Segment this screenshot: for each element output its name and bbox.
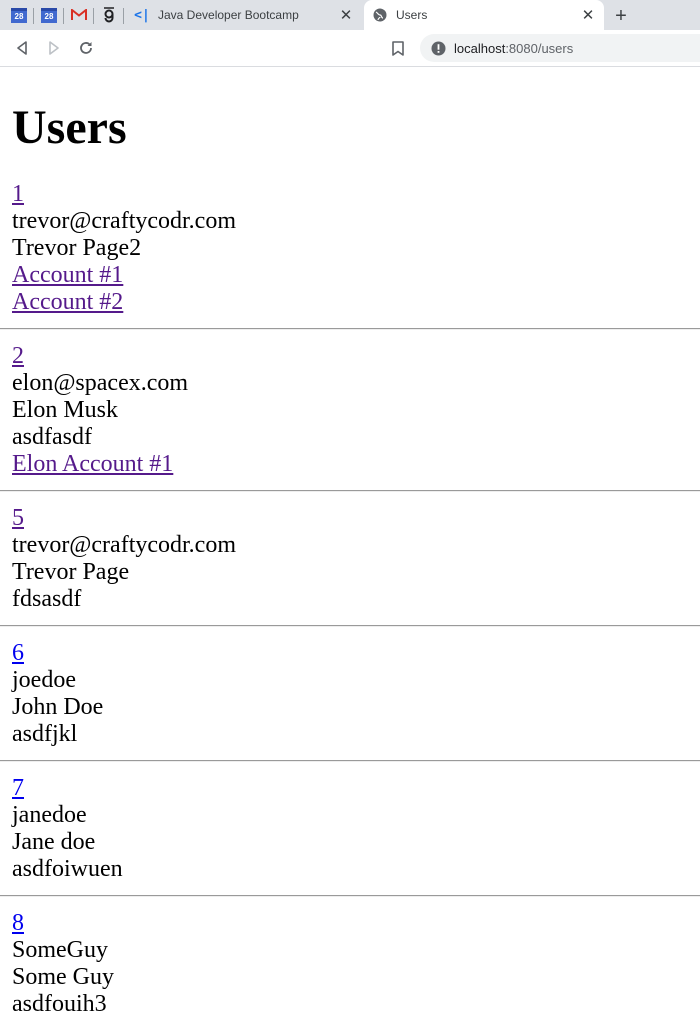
account-link[interactable]: Elon Account #1	[12, 451, 688, 478]
user-name: Jane doe	[12, 829, 96, 855]
user-name: John Doe	[12, 694, 104, 720]
account-link[interactable]: Account #2	[12, 289, 688, 316]
user-id-link[interactable]: 1	[12, 181, 688, 208]
user-username: joedoe	[12, 667, 76, 693]
tab-separator	[33, 8, 34, 24]
new-tab-icon[interactable]: +	[610, 5, 632, 27]
user-username: janedoe	[12, 802, 87, 828]
user-id-link[interactable]: 7	[12, 775, 688, 802]
tab-users[interactable]: Users ✕	[364, 0, 604, 30]
reload-icon[interactable]	[74, 36, 98, 60]
site-info-icon[interactable]	[430, 40, 446, 56]
user-entry: 7 janedoe Jane doe asdfoiwuen	[0, 775, 700, 897]
user-entry: 6 joedoe John Doe asdfjkl	[0, 640, 700, 762]
back-icon[interactable]	[10, 36, 34, 60]
user-id-link[interactable]: 8	[12, 910, 688, 937]
divider	[0, 625, 700, 627]
divider	[0, 895, 700, 897]
user-id-link[interactable]: 5	[12, 505, 688, 532]
url-path: :8080/users	[505, 40, 574, 56]
user-id-link[interactable]: 6	[12, 640, 688, 667]
tab-title: Users	[396, 8, 428, 22]
code-bracket-icon: <|	[134, 7, 150, 23]
browser-toolbar: localhost:8080/users	[0, 30, 700, 67]
user-password: fdsasdf	[12, 586, 82, 612]
page-content: Users 1 trevor@craftycodr.com Trevor Pag…	[0, 103, 700, 1018]
pinned-tab-g[interactable]	[96, 0, 122, 30]
user-password: asdfasdf	[12, 424, 92, 450]
tab-separator	[63, 8, 64, 24]
tab-title: Java Developer Bootcamp	[158, 8, 299, 22]
page-title: Users	[12, 101, 127, 154]
forward-icon[interactable]	[42, 36, 66, 60]
user-entry: 5 trevor@craftycodr.com Trevor Page fdsa…	[0, 505, 700, 627]
tab-strip: 28 28 <| Java Developer Bootcamp ✕ Users…	[0, 0, 700, 30]
user-name: Some Guy	[12, 964, 114, 990]
pinned-tab-calendar[interactable]: 28	[36, 0, 62, 30]
bookmark-icon[interactable]	[388, 36, 408, 60]
tab-separator	[123, 8, 124, 24]
user-username: SomeGuy	[12, 937, 108, 963]
g-icon	[102, 7, 116, 23]
address-bar[interactable]: localhost:8080/users	[420, 34, 700, 62]
pinned-tab-gmail[interactable]	[66, 0, 92, 30]
divider	[0, 328, 700, 330]
user-entry: 2 elon@spacex.com Elon Musk asdfasdf Elo…	[0, 343, 700, 492]
user-name: Trevor Page	[12, 559, 130, 585]
close-icon[interactable]: ✕	[338, 7, 354, 23]
tab-java-bootcamp[interactable]: <| Java Developer Bootcamp ✕	[126, 0, 362, 30]
gmail-icon	[71, 9, 87, 21]
url-host: localhost	[454, 40, 506, 56]
pinned-tab-calendar[interactable]: 28	[6, 0, 32, 30]
user-username: elon@spacex.com	[12, 370, 189, 396]
user-name: Trevor Page2	[12, 235, 142, 261]
user-entry: 8 SomeGuy Some Guy asdfouih3	[12, 910, 688, 1018]
account-link[interactable]: Account #1	[12, 262, 688, 289]
close-icon[interactable]: ✕	[580, 7, 596, 23]
user-password: asdfjkl	[12, 721, 78, 747]
calendar-icon: 28	[41, 7, 57, 23]
user-name: Elon Musk	[12, 397, 119, 423]
user-entry: 1 trevor@craftycodr.com Trevor Page2 Acc…	[0, 181, 700, 330]
user-username: trevor@craftycodr.com	[12, 208, 237, 234]
calendar-icon: 28	[11, 7, 27, 23]
user-password: asdfouih3	[12, 991, 107, 1017]
divider	[0, 490, 700, 492]
tab-separator	[93, 8, 94, 24]
user-password: asdfoiwuen	[12, 856, 123, 882]
user-id-link[interactable]: 2	[12, 343, 688, 370]
user-username: trevor@craftycodr.com	[12, 532, 237, 558]
globe-icon	[372, 7, 388, 23]
divider	[0, 760, 700, 762]
